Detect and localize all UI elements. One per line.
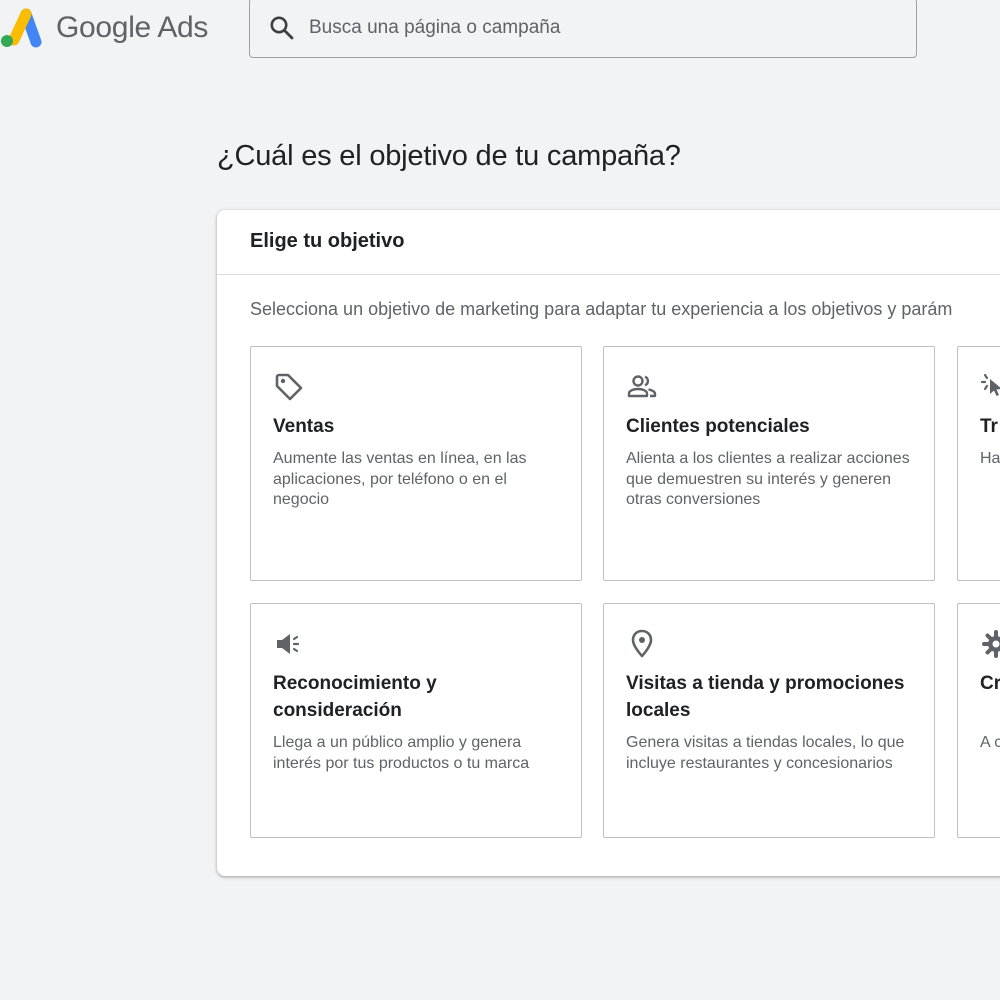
google-ads-logo-icon — [1, 8, 42, 48]
card-title: Visitas a tienda y promociones locales — [626, 673, 905, 721]
card-title: Clientes potenciales — [626, 416, 810, 437]
megaphone-icon — [273, 628, 305, 660]
logo-text: Google Ads — [56, 11, 209, 44]
objective-card-ventas[interactable]: Ventas Aumente las ventas en línea, en l… — [250, 346, 582, 581]
card-title: Ventas — [273, 416, 335, 437]
objective-card-visitas-tienda[interactable]: Visitas a tienda y promociones locales G… — [603, 603, 935, 838]
objective-panel: Elige tu objetivo Selecciona un objetivo… — [217, 210, 1000, 876]
cursor-click-icon — [980, 371, 1000, 403]
location-pin-icon — [626, 628, 658, 660]
objective-cards: Ventas Aumente las ventas en línea, en l… — [217, 210, 1000, 876]
google-ads-logo[interactable]: Google Ads — [0, 6, 208, 50]
page-title: ¿Cuál es el objetivo de tu campaña? — [217, 140, 681, 172]
people-icon — [626, 371, 658, 403]
search-bar[interactable] — [249, 0, 917, 58]
objective-card-reconocimiento[interactable]: Reconocimiento y consideración Llega a u… — [250, 603, 582, 838]
card-description: Llega a un público amplio y genera inter… — [273, 734, 530, 772]
card-description: Aumente las ventas en línea, en las apli… — [273, 450, 527, 508]
card-description: Alienta a los clientes a realizar accion… — [626, 450, 910, 508]
tag-icon — [273, 371, 305, 403]
card-description: Ha vis — [980, 450, 1000, 467]
objective-card-crear[interactable]: Cr or A c ca — [957, 603, 1000, 838]
search-icon[interactable] — [269, 15, 295, 41]
search-input[interactable] — [307, 16, 871, 40]
objective-card-trafico[interactable]: Tr Ha vis — [957, 346, 1000, 581]
card-description: A c ca — [980, 734, 1000, 751]
gear-icon — [980, 628, 1000, 660]
card-title: Cr or — [980, 673, 1000, 694]
objective-card-clientes-potenciales[interactable]: Clientes potenciales Alienta a los clien… — [603, 346, 935, 581]
card-description: Genera visitas a tiendas locales, lo que… — [626, 734, 905, 772]
card-title: Reconocimiento y consideración — [273, 673, 437, 721]
card-title: Tr — [980, 416, 998, 437]
